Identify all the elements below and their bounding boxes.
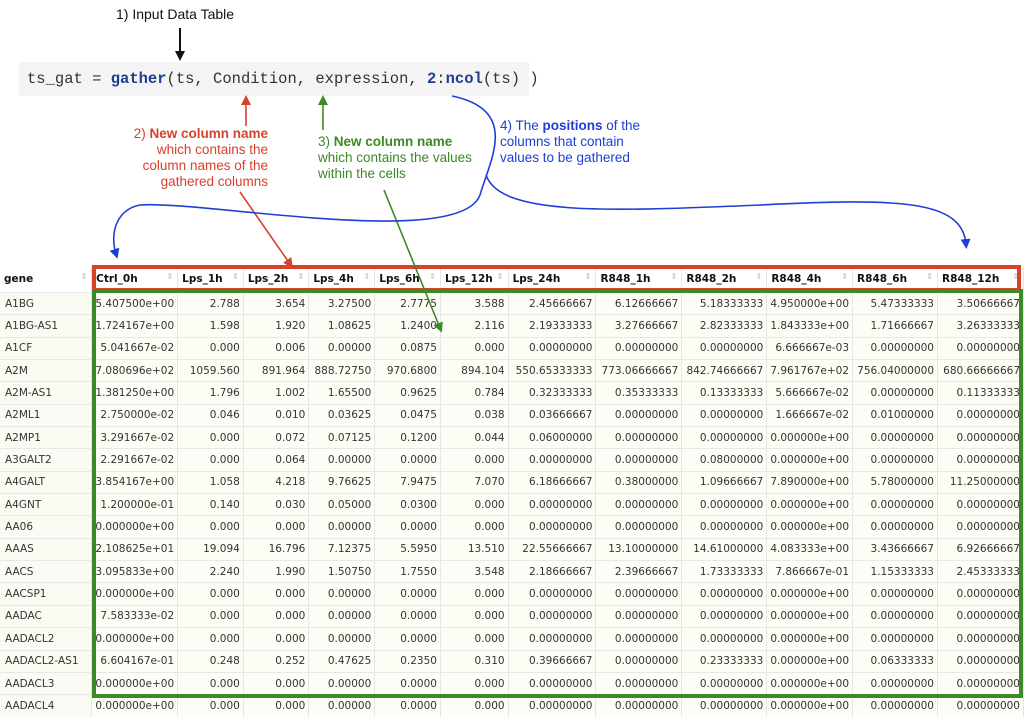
- gene-cell: A2MP1: [0, 426, 93, 449]
- gene-cell: A4GALT: [0, 470, 93, 494]
- ann2-bold: New column name: [149, 126, 268, 141]
- code-op: =: [82, 70, 111, 88]
- arrow-positions-right: [485, 174, 971, 249]
- gene-cell: A3GALT2: [0, 448, 93, 472]
- ann4-suffix: of the: [602, 118, 641, 133]
- ann2-prefix: 2): [133, 126, 150, 141]
- sort-icon[interactable]: ⇕: [80, 272, 87, 281]
- gene-cell: A2M: [0, 359, 93, 382]
- code-colon: :: [436, 70, 446, 88]
- ann4-prefix: 4) The: [500, 118, 543, 133]
- gene-cell: A1BG: [0, 291, 93, 315]
- annotation-4: 4) The positions of the columns that con…: [500, 118, 680, 166]
- gene-cell: A4GNT: [0, 493, 93, 516]
- annotation-3: 3) New column name which contains the va…: [318, 134, 498, 182]
- code-args-close: (ts) ): [482, 70, 539, 88]
- cell-values-highlight: [92, 289, 1023, 698]
- gene-cell: A2ML1: [0, 403, 93, 427]
- ann2-line4: gathered columns: [160, 174, 268, 189]
- code-num: 2: [426, 70, 437, 88]
- gene-cell: AADACL2-AS1: [0, 649, 93, 673]
- code-args: (ts, Condition, expression,: [166, 70, 427, 88]
- gene-cell: AACSP1: [0, 582, 93, 606]
- ann4-line3: values to be gathered: [500, 150, 630, 165]
- gene-cell: A2M-AS1: [0, 381, 93, 405]
- code-line: ts_gat = gather(ts, Condition, expressio…: [19, 62, 539, 96]
- gene-cell: AADACL3: [0, 671, 93, 695]
- gene-cell: AADACL4: [0, 694, 93, 717]
- ann4-bold: positions: [542, 118, 603, 133]
- gene-cell: AADAC: [0, 604, 93, 628]
- annotation-2: 2) New column name which contains the co…: [112, 126, 268, 190]
- column-names-highlight: [92, 265, 1021, 292]
- arrow-to-colnames: [239, 191, 293, 269]
- ann2-line3: column names of the: [142, 158, 268, 173]
- code-ncol-fn: ncol: [445, 70, 483, 88]
- gene-cell: A1CF: [0, 336, 93, 360]
- gene-cell: AACS: [0, 560, 93, 583]
- ann2-line2: which contains the: [156, 142, 268, 157]
- gene-cell: AAAS: [0, 537, 93, 561]
- gene-cell: AADACL2: [0, 627, 93, 650]
- ann4-line2: columns that contain: [500, 134, 624, 149]
- step1-label: 1) Input Data Table: [116, 6, 235, 22]
- gene-cell: AA06: [0, 515, 93, 539]
- code-gather-fn: gather: [110, 70, 167, 88]
- ann3-line3: within the cells: [318, 166, 406, 181]
- gene-cell: A1BG-AS1: [0, 314, 93, 338]
- column-header-label: gene: [4, 273, 34, 285]
- column-header[interactable]: gene ⇕: [0, 266, 93, 293]
- code-var: ts_gat: [27, 70, 83, 88]
- ann3-bold: New column name: [333, 134, 453, 149]
- ann3-line2: which contains the values: [318, 150, 472, 165]
- ann3-prefix: 3): [318, 134, 334, 149]
